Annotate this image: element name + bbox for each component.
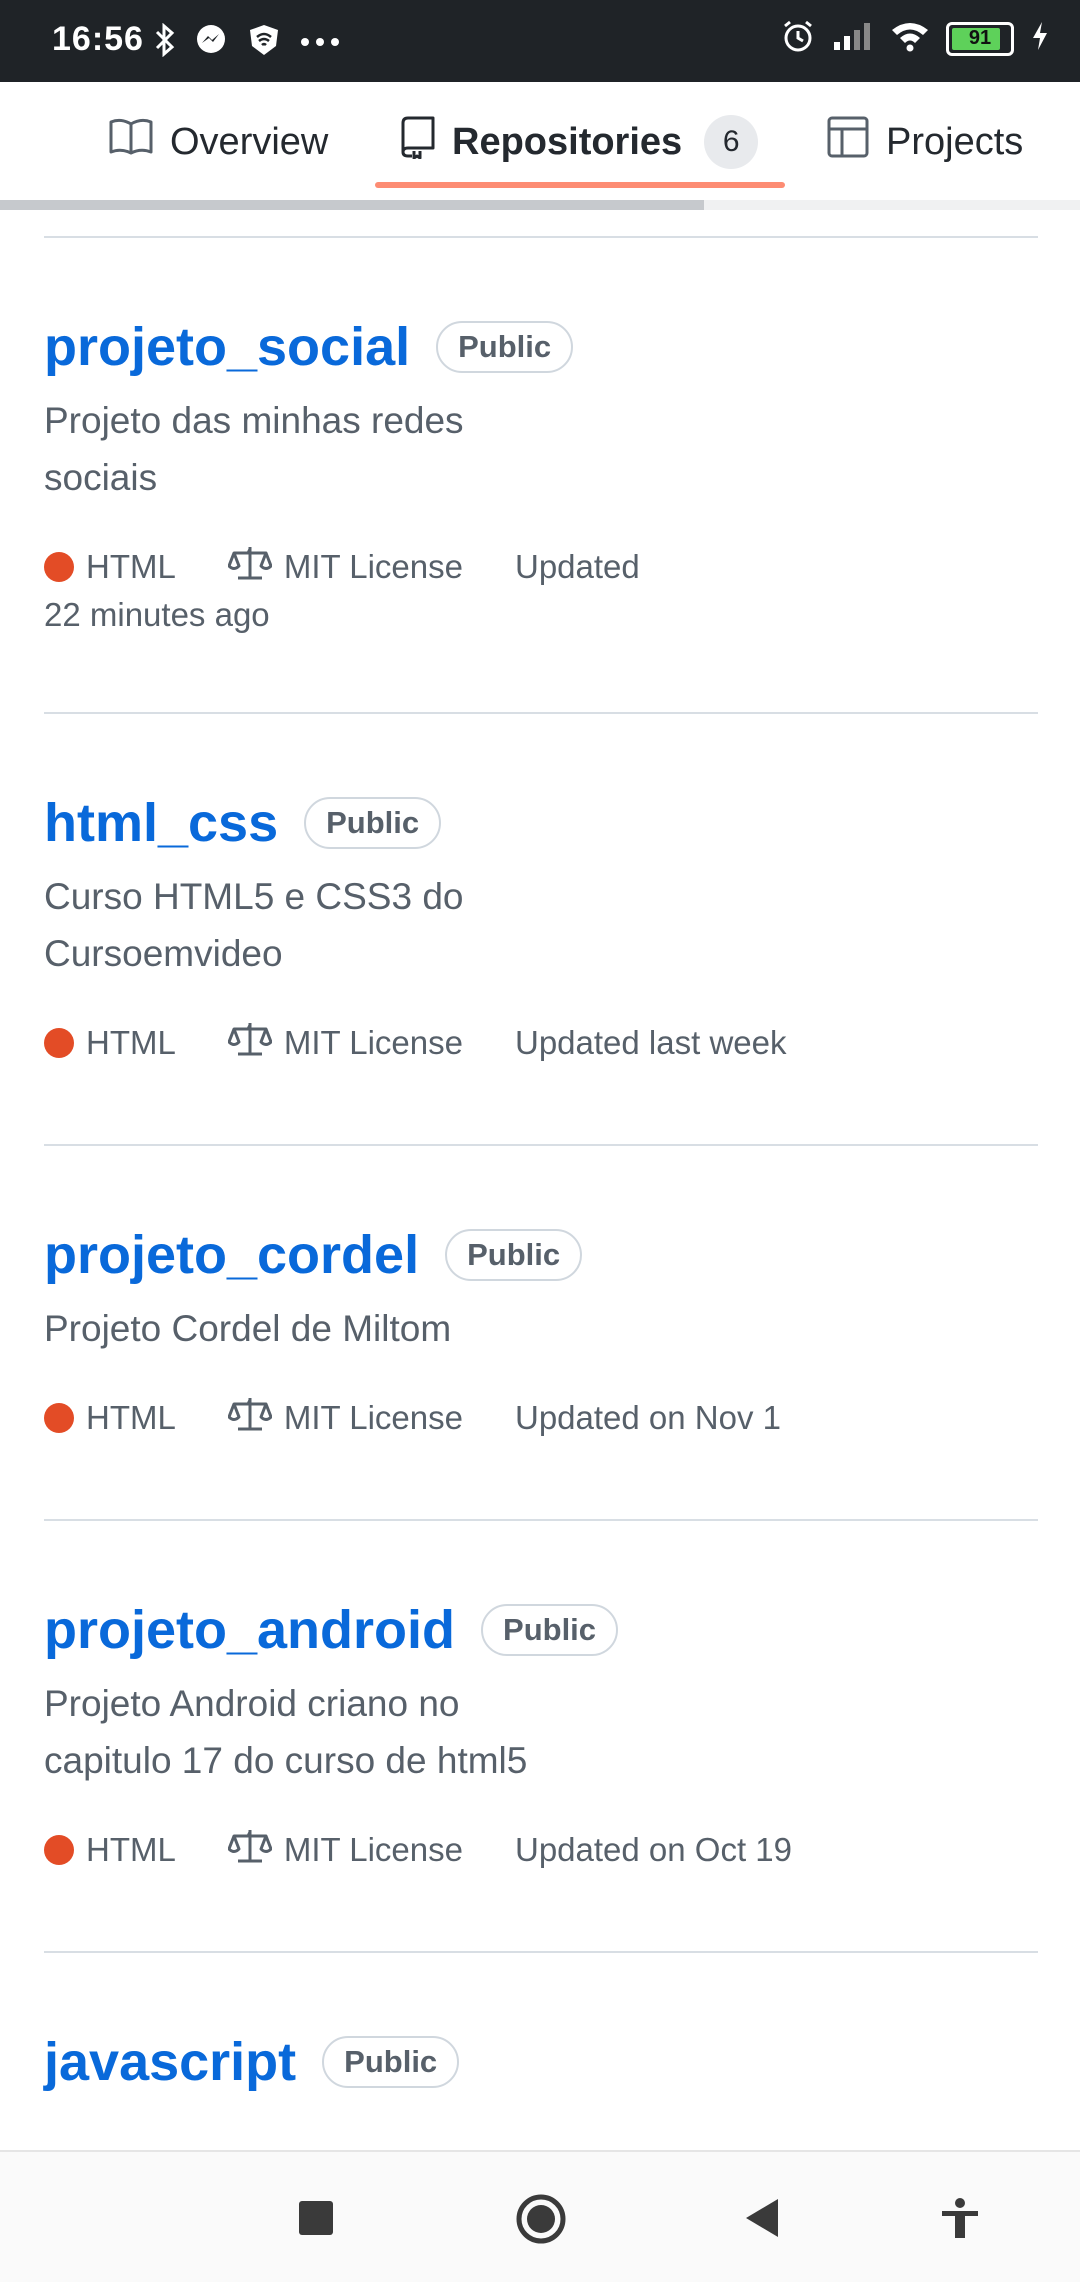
repository-name-link[interactable]: projeto_social <box>44 316 410 378</box>
language-label: HTML <box>86 1024 176 1061</box>
license-info: MIT License <box>227 544 463 590</box>
tabs-scrollbar[interactable] <box>0 200 1080 210</box>
wifi-icon <box>890 20 930 57</box>
repository-item: projeto_cordel Public Projeto Cordel de … <box>44 1146 1038 1521</box>
repositories-count-badge: 6 <box>704 115 759 169</box>
license-info: MIT License <box>227 1827 463 1873</box>
recent-apps-button[interactable] <box>296 2198 336 2243</box>
visibility-badge: Public <box>304 797 442 849</box>
license-label: MIT License <box>283 1831 463 1868</box>
language-color-dot <box>44 1835 74 1865</box>
license-label: MIT License <box>283 548 463 585</box>
tab-repositories-label: Repositories <box>452 120 683 163</box>
repository-item: html_css Public Curso HTML5 e CSS3 do Cu… <box>44 714 1038 1146</box>
law-scale-icon <box>227 1395 284 1441</box>
tabs-scroll-thumb[interactable] <box>0 200 704 210</box>
repository-name-link[interactable]: html_css <box>44 792 278 854</box>
updated-time: 22 minutes ago <box>44 596 270 633</box>
repo-icon <box>400 115 436 169</box>
language-label: HTML <box>86 548 176 585</box>
tab-projects-label: Projects <box>886 120 1024 163</box>
charging-icon <box>1030 20 1050 57</box>
language-label: HTML <box>86 1399 176 1436</box>
accessibility-icon[interactable] <box>938 2196 982 2245</box>
language-info: HTML <box>44 1024 176 1062</box>
tab-overview-label: Overview <box>170 120 329 163</box>
updated-label: Updated on Oct 19 <box>514 1831 793 1868</box>
repository-name-link[interactable]: javascript <box>44 2031 296 2093</box>
repository-description: Cursoemvideo <box>44 933 283 974</box>
license-info: MIT License <box>227 1020 463 1066</box>
battery-level: 91 <box>968 27 992 49</box>
battery-icon: 91 <box>946 21 1014 56</box>
license-info: MIT License <box>227 1395 463 1441</box>
repository-name-link[interactable]: projeto_cordel <box>44 1224 419 1286</box>
visibility-badge: Public <box>322 2036 460 2088</box>
repository-description: Projeto Cordel de Miltom <box>44 1308 452 1349</box>
alarm-icon <box>780 18 816 59</box>
language-color-dot <box>44 1403 74 1433</box>
license-label: MIT License <box>283 1024 463 1061</box>
repository-description: Projeto Android criano no <box>44 1683 460 1724</box>
repository-item: javascript Public <box>44 1953 1038 2093</box>
repository-description: Curso HTML5 e CSS3 do <box>44 876 464 917</box>
language-color-dot <box>44 552 74 582</box>
back-button[interactable] <box>742 2196 782 2245</box>
vpn-wifi-shield-icon <box>246 22 282 63</box>
visibility-badge: Public <box>481 1604 619 1656</box>
cell-signal-icon <box>832 20 874 57</box>
repository-description: sociais <box>44 457 158 498</box>
messenger-icon <box>194 23 228 62</box>
tab-overview[interactable]: Overview <box>108 82 328 202</box>
profile-tabs: Overview Repositories 6 Projects <box>0 82 1080 212</box>
book-icon <box>108 117 154 167</box>
status-time: 16:56 <box>52 20 144 58</box>
language-info: HTML <box>44 1831 176 1869</box>
language-info: HTML <box>44 1399 176 1437</box>
more-notifications-icon <box>300 34 340 52</box>
project-board-icon <box>826 115 870 169</box>
bluetooth-icon <box>154 22 176 62</box>
home-button[interactable] <box>514 2192 568 2251</box>
system-navigation-bar <box>0 2150 1080 2282</box>
updated-label: Updated on Nov 1 <box>514 1399 781 1436</box>
visibility-badge: Public <box>445 1229 583 1281</box>
repository-description: Projeto das minhas redes <box>44 400 464 441</box>
visibility-badge: Public <box>436 321 574 373</box>
repository-item: projeto_android Public Projeto Android c… <box>44 1521 1038 1953</box>
law-scale-icon <box>227 1020 284 1066</box>
license-label: MIT License <box>283 1399 463 1436</box>
tab-projects[interactable]: Projects <box>826 82 1023 202</box>
status-bar: 16:56 91 <box>0 0 1080 82</box>
repository-item: projeto_social Public Projeto das minhas… <box>44 238 1038 714</box>
language-label: HTML <box>86 1831 176 1868</box>
law-scale-icon <box>227 1827 284 1873</box>
updated-label: Updated last week <box>514 1024 787 1061</box>
language-color-dot <box>44 1028 74 1058</box>
law-scale-icon <box>227 544 284 590</box>
repository-description: capitulo 17 do curso de html5 <box>44 1740 528 1781</box>
active-tab-indicator <box>375 182 785 188</box>
repository-name-link[interactable]: projeto_android <box>44 1599 455 1661</box>
language-info: HTML <box>44 548 176 586</box>
updated-label: Updated <box>514 548 640 585</box>
repository-list: projeto_social Public Projeto das minhas… <box>44 236 1038 2093</box>
